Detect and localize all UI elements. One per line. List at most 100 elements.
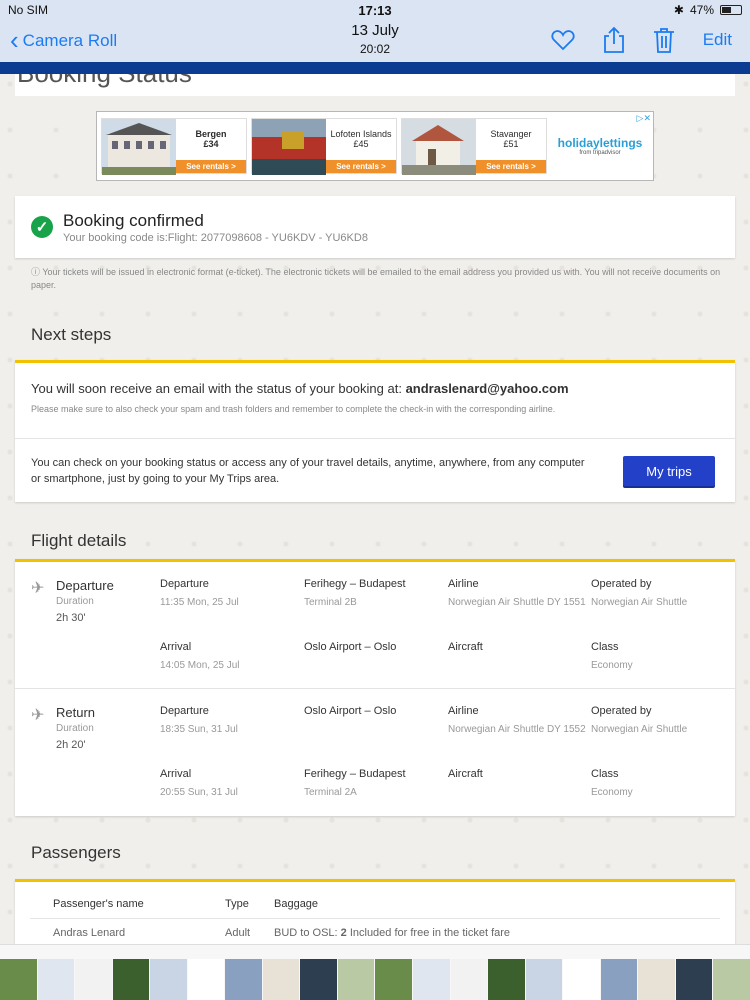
ad-photo-stavanger xyxy=(402,119,476,175)
photo-thumbnail[interactable] xyxy=(488,959,525,1000)
arrival-time: 20:55 Sun, 31 Jul xyxy=(160,787,238,798)
status-bar: No SIM 17:13 ✱ 47% xyxy=(0,0,750,20)
destination-airport: Oslo Airport – Oslo xyxy=(304,641,397,653)
photo-thumbnail[interactable] xyxy=(675,959,713,1000)
ad-brand-sub: from tripadvisor xyxy=(579,150,621,156)
aircraft-label: Aircraft xyxy=(448,641,483,653)
photo-thumbnail[interactable] xyxy=(337,959,375,1000)
destination-cell: Oslo Airport – Oslo xyxy=(304,641,444,659)
site-header-strip xyxy=(0,62,750,74)
ad-brand-logo[interactable]: holidaylettings from tripadvisor xyxy=(551,118,649,174)
operated-cell: Operated by Norwegian Air Shuttle xyxy=(591,578,731,610)
share-icon[interactable] xyxy=(603,26,625,54)
status-time: 17:13 xyxy=(358,2,392,18)
ad-text: Bergen £34 See rentals > xyxy=(176,119,246,173)
passengers-card: Passenger's name Type Baggage Andras Len… xyxy=(15,879,735,944)
trash-icon[interactable] xyxy=(653,27,675,53)
departure-time: 18:35 Sun, 31 Jul xyxy=(160,724,238,735)
confirmation-title: Booking confirmed xyxy=(63,210,204,230)
duration-value: 2h 30' xyxy=(56,612,86,624)
see-rentals-button[interactable]: See rentals > xyxy=(476,160,546,173)
photo-thumbnail-strip[interactable] xyxy=(0,944,750,1000)
email-address: andraslenard@yahoo.com xyxy=(405,381,569,396)
photo-thumbnail[interactable] xyxy=(600,959,638,1000)
heart-icon[interactable] xyxy=(551,29,575,51)
ad-text: Lofoten Islands £45 See rentals > xyxy=(326,119,396,173)
duration-label: Duration xyxy=(56,723,94,734)
photo-thumbnail[interactable] xyxy=(112,959,150,1000)
departure-label: Departure xyxy=(160,705,209,717)
photo-thumbnail[interactable] xyxy=(187,959,225,1000)
airline-label: Airline xyxy=(448,578,479,590)
photo-thumbnail[interactable] xyxy=(413,959,450,1000)
photo-thumbnail[interactable] xyxy=(225,959,262,1000)
ad-city: Stavanger xyxy=(490,129,532,139)
ad-item[interactable]: Lofoten Islands £45 See rentals > xyxy=(251,118,397,175)
plane-icon: ✈ xyxy=(31,580,45,597)
check-circle-icon: ✓ xyxy=(31,216,53,238)
origin-airport: Ferihegy – Budapest xyxy=(304,578,406,590)
origin-airport: Oslo Airport – Oslo xyxy=(304,705,397,717)
class-label: Class xyxy=(591,641,619,653)
duration-label: Duration xyxy=(56,596,94,607)
photo-thumbnail[interactable] xyxy=(37,959,75,1000)
passengers-table-header: Passenger's name Type Baggage xyxy=(30,882,720,919)
aircraft-label: Aircraft xyxy=(448,768,483,780)
airline-label: Airline xyxy=(448,705,479,717)
arrival-cell: Arrival 20:55 Sun, 31 Jul xyxy=(160,768,300,800)
page-heading: Booking Status xyxy=(17,74,192,89)
departure-cell: Departure 18:35 Sun, 31 Jul xyxy=(160,705,300,737)
photo-thumbnail[interactable] xyxy=(300,959,337,1000)
see-rentals-button[interactable]: See rentals > xyxy=(176,160,246,173)
aircraft-cell: Aircraft xyxy=(448,768,588,786)
flight-segment-return: ✈ Return Duration 2h 20' Departure 18:35 … xyxy=(15,689,735,816)
destination-airport: Ferihegy – Budapest xyxy=(304,768,406,780)
ad-price: £51 xyxy=(503,139,519,149)
booking-page[interactable]: Booking Status Bergen£34 See rentals > L… xyxy=(0,74,750,944)
photo-thumbnail[interactable] xyxy=(563,959,600,1000)
photo-thumbnail[interactable] xyxy=(75,959,112,1000)
photo-thumbnail[interactable] xyxy=(0,959,37,1000)
class-label: Class xyxy=(591,768,619,780)
ad-city: Lofoten Islands xyxy=(330,129,392,139)
battery-icon xyxy=(720,5,742,15)
booking-code: Your booking code is:Flight: 2077098608 … xyxy=(63,231,368,244)
back-button[interactable]: ‹ Camera Roll xyxy=(10,27,117,53)
photo-thumbnail[interactable] xyxy=(262,959,300,1000)
airline-cell: Airline Norwegian Air Shuttle DY 1552 xyxy=(448,705,588,737)
edit-button[interactable]: Edit xyxy=(703,30,732,50)
arrival-label: Arrival xyxy=(160,641,192,653)
ad-price: £45 xyxy=(353,139,369,149)
plane-icon: ✈ xyxy=(31,707,45,724)
passenger-type: Adult xyxy=(225,927,251,939)
see-rentals-button[interactable]: See rentals > xyxy=(326,160,396,173)
photo-thumbnail[interactable] xyxy=(375,959,413,1000)
column-header-type: Type xyxy=(225,898,249,910)
table-row: Andras Lenard Adult BUD to OSL: 2 Includ… xyxy=(30,919,720,939)
departure-time: 11:35 Mon, 25 Jul xyxy=(160,597,239,608)
email-status-prefix: You will soon receive an email with the … xyxy=(31,381,406,396)
ad-item[interactable]: Stavanger £51 See rentals > xyxy=(401,118,547,175)
origin-cell: Oslo Airport – Oslo xyxy=(304,705,444,723)
next-steps-title: Next steps xyxy=(31,325,112,344)
ad-price: £34 xyxy=(203,139,219,149)
eticket-notice: ⓘ Your tickets will be issued in electro… xyxy=(31,266,731,292)
photo-thumbnail[interactable] xyxy=(638,959,675,1000)
operated-label: Operated by xyxy=(591,705,652,717)
photo-thumbnail[interactable] xyxy=(150,959,187,1000)
email-note: Please make sure to also check your spam… xyxy=(31,404,556,414)
destination-terminal: Terminal 2A xyxy=(304,787,357,798)
ad-close-icon[interactable]: ▷✕ xyxy=(637,113,651,124)
email-status-row: You will soon receive an email with the … xyxy=(15,363,735,439)
photo-thumbnail[interactable] xyxy=(713,959,750,1000)
operated-label: Operated by xyxy=(591,578,652,590)
ad-item[interactable]: Bergen £34 See rentals > xyxy=(101,118,247,175)
class-value: Economy xyxy=(591,660,633,671)
photo-thumbnail[interactable] xyxy=(525,959,563,1000)
flight-details-card: ✈ Departure Duration 2h 30' Departure 11:… xyxy=(15,559,735,816)
operated-value: Norwegian Air Shuttle xyxy=(591,724,688,735)
photo-thumbnail[interactable] xyxy=(450,959,488,1000)
booking-confirmed-card: ✓ Booking confirmed Your booking code is… xyxy=(15,196,735,258)
ad-banner[interactable]: Bergen £34 See rentals > Lofoten Islands £… xyxy=(96,111,654,181)
my-trips-button[interactable]: My trips xyxy=(623,456,715,486)
